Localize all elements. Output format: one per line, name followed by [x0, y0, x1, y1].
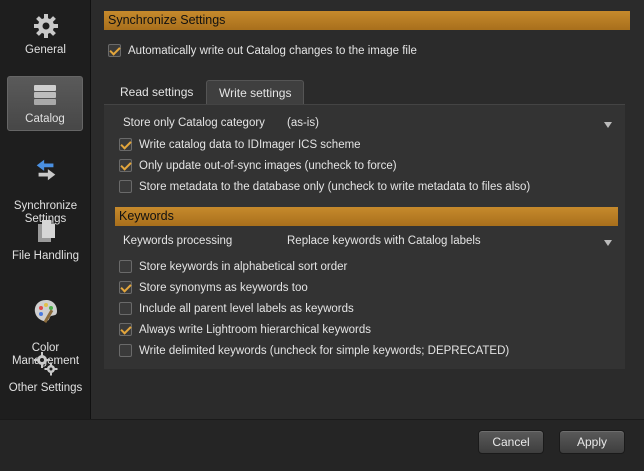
keywords-processing-value: Replace keywords with Catalog labels — [287, 235, 481, 247]
sidebar-item-label: General — [25, 44, 66, 56]
keyword-option-row[interactable]: Write delimited keywords (uncheck for si… — [119, 344, 509, 357]
tab-read-settings[interactable]: Read settings — [108, 80, 205, 104]
database-icon — [34, 85, 56, 105]
write-option-row[interactable]: Store metadata to the database only (unc… — [119, 180, 530, 193]
keyword-option-checkbox[interactable] — [119, 281, 132, 294]
sidebar-item-other-settings[interactable]: Other Settings — [0, 350, 91, 395]
auto-write-row[interactable]: Automatically write out Catalog changes … — [108, 44, 417, 57]
sidebar-item-general[interactable]: General — [0, 12, 91, 57]
sidebar-item-label: Catalog — [25, 113, 65, 125]
sidebar-item-file-handling[interactable]: File Handling — [0, 218, 91, 263]
keyword-option-label: Include all parent level labels as keywo… — [139, 302, 354, 315]
keywords-processing-label: Keywords processing — [123, 235, 233, 247]
keyword-option-row[interactable]: Always write Lightroom hierarchical keyw… — [119, 323, 371, 336]
keyword-option-label: Store synonyms as keywords too — [139, 281, 308, 294]
write-option-row[interactable]: Write catalog data to IDImager ICS schem… — [119, 138, 361, 151]
store-only-label: Store only Catalog category — [123, 117, 265, 129]
store-only-value: (as-is) — [287, 117, 319, 129]
palette-icon — [34, 300, 57, 324]
keyword-option-label: Store keywords in alphabetical sort orde… — [139, 260, 348, 273]
keyword-option-row[interactable]: Include all parent level labels as keywo… — [119, 302, 354, 315]
write-option-label: Write catalog data to IDImager ICS schem… — [139, 138, 361, 151]
store-only-select[interactable]: Store only Catalog category (as-is) — [123, 117, 615, 129]
keyword-option-label: Write delimited keywords (uncheck for si… — [139, 344, 510, 357]
sync-arrows-icon — [36, 159, 55, 181]
keyword-option-checkbox[interactable] — [119, 323, 132, 336]
write-option-label: Store metadata to the database only (unc… — [139, 180, 531, 193]
sidebar-item-label: File Handling — [11, 250, 80, 262]
sidebar-item-synchronize-settings[interactable]: Synchronize Settings — [0, 144, 91, 226]
sidebar-item-catalog[interactable]: Catalog — [7, 76, 83, 131]
gear-icon — [33, 14, 58, 38]
keyword-option-row[interactable]: Store keywords in alphabetical sort orde… — [119, 260, 347, 273]
chevron-down-icon[interactable] — [604, 240, 612, 246]
write-option-checkbox[interactable] — [119, 180, 132, 193]
write-option-row[interactable]: Only update out-of-sync images (uncheck … — [119, 159, 397, 172]
sidebar: General Catalog Synchronize Settings Fil… — [0, 0, 91, 471]
auto-write-label: Automatically write out Catalog changes … — [128, 44, 417, 57]
sync-settings-header: Synchronize Settings — [104, 11, 630, 30]
write-option-checkbox[interactable] — [119, 159, 132, 172]
keyword-option-checkbox[interactable] — [119, 344, 132, 357]
keyword-option-row[interactable]: Store synonyms as keywords too — [119, 281, 308, 294]
keywords-processing-select[interactable]: Keywords processing Replace keywords wit… — [123, 235, 615, 247]
tab-write-settings[interactable]: Write settings — [206, 80, 305, 104]
cancel-button[interactable]: Cancel — [478, 430, 544, 454]
auto-write-checkbox[interactable] — [108, 44, 121, 57]
keyword-option-checkbox[interactable] — [119, 260, 132, 273]
apply-button[interactable]: Apply — [559, 430, 625, 454]
sidebar-item-label: Other Settings — [8, 382, 83, 394]
chevron-down-icon[interactable] — [604, 122, 612, 128]
main-panel: Synchronize Settings Automatically write… — [92, 0, 644, 471]
write-option-checkbox[interactable] — [119, 138, 132, 151]
keyword-option-label: Always write Lightroom hierarchical keyw… — [139, 323, 371, 336]
dialog-footer: Cancel Apply — [0, 419, 644, 471]
gears-icon — [33, 352, 57, 376]
write-option-label: Only update out-of-sync images (uncheck … — [139, 159, 397, 172]
keyword-option-checkbox[interactable] — [119, 302, 132, 315]
keywords-header: Keywords — [115, 207, 618, 226]
files-icon — [37, 220, 55, 242]
